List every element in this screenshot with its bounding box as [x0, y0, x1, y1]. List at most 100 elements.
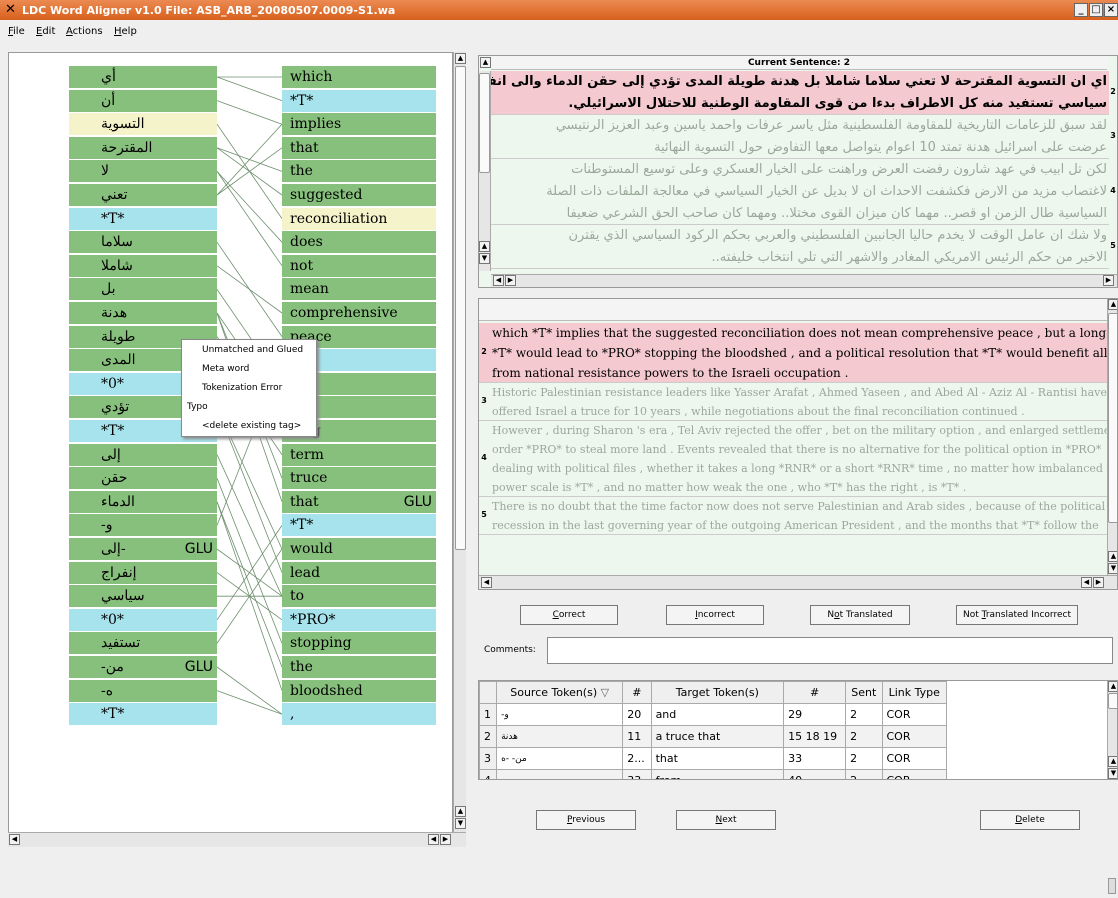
scroll-up-arrow-icon[interactable]: ▲ [1108, 681, 1117, 692]
scroll-down-arrow-icon[interactable]: ▼ [455, 818, 466, 829]
source-token[interactable]: سياسي [69, 585, 217, 609]
scroll-left-arrow-icon[interactable]: ◀ [428, 834, 439, 845]
scroll-thumb[interactable] [455, 66, 466, 550]
collapse-arrow-icon[interactable]: ▲ [480, 57, 491, 68]
target-token[interactable]: *T* [282, 514, 436, 538]
source-token[interactable]: إلى- GLU [69, 538, 217, 561]
source-token[interactable]: *T* [69, 703, 217, 727]
source-token[interactable]: إلى [69, 443, 217, 467]
source-token[interactable]: -و [69, 514, 217, 538]
sentence-block[interactable]: لقد سبق للزعامات التاريخية للمقاومة الفل… [491, 115, 1116, 159]
target-token[interactable]: implies [282, 113, 436, 137]
translation-block[interactable]: 2 which *T* implies that the suggested re… [479, 323, 1117, 383]
target-token[interactable]: truce [282, 467, 436, 491]
menu-file[interactable]: File [8, 26, 25, 37]
alignment-horizontal-scrollbar[interactable]: ◀ ◀ ▶ [8, 832, 466, 847]
source-token[interactable]: شاملا [69, 254, 217, 278]
table-column-header[interactable]: # [622, 681, 652, 704]
previous-button[interactable]: Previous [536, 810, 636, 830]
target-token[interactable]: comprehensive [282, 302, 436, 325]
resize-grip-icon[interactable] [1108, 878, 1116, 894]
table-column-header[interactable]: Link Type [881, 681, 947, 704]
source-token[interactable]: الدماء [69, 490, 217, 514]
scroll-up-arrow-icon[interactable]: ▲ [1108, 756, 1117, 767]
table-column-header[interactable]: # [783, 681, 847, 704]
source-token[interactable]: سلاما [69, 231, 217, 255]
source-token[interactable]: *T* [69, 207, 217, 231]
scroll-right-arrow-icon[interactable]: ▶ [1093, 577, 1104, 588]
translation-block[interactable]: 4 However , during Sharon 's era , Tel Av… [479, 421, 1117, 497]
translation-horizontal-scrollbar[interactable]: ◀ ◀ ▶ [479, 575, 1117, 589]
menu-help[interactable]: Help [114, 26, 137, 37]
menu-actions[interactable]: Actions [66, 26, 103, 37]
sentence-block[interactable]: لكن تل ابيب في عهد شارون رفضت العرض وراه… [491, 159, 1116, 225]
table-row[interactable]: 4من33from402COR [479, 769, 947, 779]
target-token[interactable]: bloodshed [282, 679, 436, 703]
table-vertical-scrollbar[interactable]: ▲ ▲ ▼ [1107, 681, 1117, 779]
target-token[interactable]: suggested [282, 184, 436, 207]
scroll-right-arrow-icon[interactable]: ▶ [440, 834, 451, 845]
alignment-vertical-scrollbar[interactable]: ▲ ▲ ▼ [453, 52, 466, 832]
target-token[interactable]: that [282, 136, 436, 160]
target-token[interactable]: that GLU [282, 490, 436, 514]
sentence-block[interactable]: ولا شك ان عامل الوقت لا يخدم حاليا الجان… [491, 225, 1116, 269]
target-token[interactable]: the [282, 160, 436, 184]
next-button[interactable]: Next [676, 810, 776, 830]
source-token[interactable]: لا [69, 160, 217, 184]
target-token[interactable]: which [282, 66, 436, 89]
scroll-thumb[interactable] [1108, 693, 1117, 709]
context-menu-item[interactable]: <delete existing tag> [202, 421, 301, 431]
scroll-down-arrow-icon[interactable]: ▼ [479, 253, 490, 264]
comments-field[interactable] [547, 637, 1113, 664]
scroll-thumb[interactable] [1108, 313, 1117, 523]
table-column-header[interactable] [479, 681, 498, 704]
close-button[interactable]: × [1104, 3, 1118, 17]
translation-vertical-scrollbar[interactable]: ▲ ▲ ▼ [1107, 299, 1117, 575]
context-menu-item[interactable]: Meta word [202, 364, 249, 374]
source-token[interactable]: إنفراج [69, 561, 217, 585]
target-token[interactable]: does [282, 231, 436, 255]
not-translated-button[interactable]: Not Translated [810, 605, 910, 625]
table-row[interactable]: 1 -و 20 and 29 2 COR [479, 703, 947, 726]
table-column-header[interactable]: Sent [845, 681, 883, 704]
source-token[interactable]: -ه [69, 679, 217, 703]
source-token[interactable]: *0* [69, 608, 217, 632]
scroll-right-arrow-icon[interactable]: ▶ [1103, 275, 1114, 286]
scroll-up-arrow-icon[interactable]: ▲ [455, 53, 466, 64]
source-token[interactable]: تستفيد [69, 632, 217, 656]
context-menu-item[interactable]: Tokenization Error [202, 383, 282, 393]
scroll-down-arrow-icon[interactable]: ▼ [1108, 768, 1117, 779]
incorrect-button[interactable]: Incorrect [666, 605, 764, 625]
maximize-button[interactable]: □ [1089, 3, 1103, 17]
source-token[interactable]: المقترحة [69, 136, 217, 160]
table-row[interactable]: 3 من- -ه 2... that 33 2 COR [479, 747, 947, 770]
menu-edit[interactable]: Edit [36, 26, 55, 37]
translation-block[interactable]: 3 Historic Palestinian resistance leaders… [479, 383, 1107, 421]
translation-block[interactable]: 5 There is no doubt that the time factor … [479, 497, 1107, 535]
scroll-right-arrow-icon[interactable]: ▶ [505, 275, 516, 286]
source-token[interactable]: التسوية [69, 113, 217, 137]
scroll-left-arrow-icon[interactable]: ◀ [1081, 577, 1092, 588]
minimize-button[interactable]: _ [1074, 3, 1088, 17]
source-token[interactable]: تعني [69, 184, 217, 207]
sentence-horizontal-scrollbar[interactable]: ◀ ▶ ▶ [491, 274, 1117, 287]
source-token[interactable]: -من GLU [69, 656, 217, 679]
not-translated-incorrect-button[interactable]: Not Translated Incorrect [956, 605, 1078, 625]
source-column-header[interactable]: Source Token(s) ▽ [496, 681, 624, 704]
sort-descending-icon[interactable]: ▽ [597, 686, 609, 699]
context-menu-item[interactable]: Typo [187, 402, 208, 412]
target-token[interactable]: not [282, 254, 436, 278]
source-token[interactable]: أن [69, 89, 217, 113]
scroll-left-arrow-icon[interactable]: ◀ [493, 275, 504, 286]
target-token[interactable]: mean [282, 278, 436, 302]
scroll-up-arrow-icon[interactable]: ▲ [479, 241, 490, 252]
table-column-header[interactable]: Target Token(s) [650, 681, 785, 704]
scroll-up-arrow-icon[interactable]: ▲ [1108, 299, 1117, 310]
target-token[interactable]: reconciliation [282, 207, 436, 231]
target-token[interactable]: to [282, 585, 436, 609]
context-menu-item[interactable]: Unmatched and Glued [202, 345, 303, 355]
correct-button[interactable]: Correct [520, 605, 618, 625]
target-token[interactable]: would [282, 538, 436, 561]
source-token[interactable]: هدنة [69, 302, 217, 325]
scroll-down-arrow-icon[interactable]: ▼ [1108, 563, 1117, 574]
